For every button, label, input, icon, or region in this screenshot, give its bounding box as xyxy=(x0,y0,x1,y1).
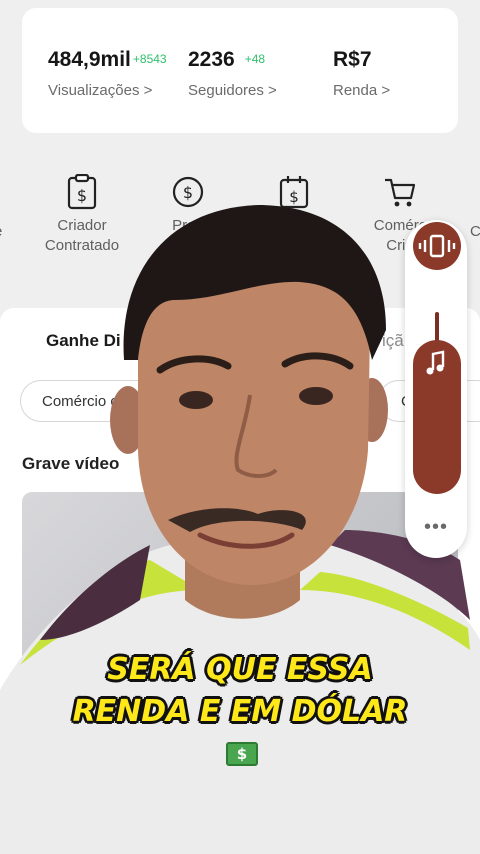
tool-label-2: Contratado xyxy=(44,237,120,254)
stat-label: Renda > xyxy=(333,82,391,99)
svg-text:$: $ xyxy=(183,183,193,202)
dollar-circle-icon: $ xyxy=(172,176,204,208)
tool-partial-left[interactable]: e xyxy=(0,222,2,242)
tab-right[interactable]: içã xyxy=(382,331,404,351)
stat-followers[interactable]: 2236 +48 Seguidores > xyxy=(188,48,277,99)
stat-value: R$7 xyxy=(333,48,372,71)
screen: 484,9mil +8543 Visualizações > 2236 +48 Se… xyxy=(0,0,480,854)
caption-line-2: RENDA E EM DÓLAR xyxy=(72,694,408,729)
tool-label-1: Criador xyxy=(57,217,107,234)
cart-icon xyxy=(385,178,416,207)
calendar-dollar-icon: $ xyxy=(279,176,309,209)
vibrate-button[interactable] xyxy=(413,222,461,270)
stat-income[interactable]: R$7 Renda > xyxy=(333,48,390,99)
tool-label-1: Prog xyxy=(172,217,204,234)
stat-delta: +48 xyxy=(244,52,266,66)
stat-value: 2236 xyxy=(188,48,235,71)
stat-label: Visualizações > xyxy=(48,82,153,99)
stat-label: Seguidores > xyxy=(188,82,277,99)
svg-text:$: $ xyxy=(77,186,87,205)
clipboard-dollar-icon: $ xyxy=(67,174,97,210)
tool-label: e xyxy=(0,223,2,240)
stat-delta: +8543 xyxy=(132,52,167,66)
stat-value: 484,9mil xyxy=(48,48,131,71)
section-title: Grave vídeo xyxy=(22,454,120,473)
stat-views[interactable]: 484,9mil +8543 Visualizações > xyxy=(48,48,167,99)
tool-label: C xyxy=(470,223,480,240)
tool-label-2: P xyxy=(182,237,193,254)
tab-earn-money[interactable]: Ganhe Di xyxy=(46,331,121,351)
media-volume-slider[interactable] xyxy=(413,340,461,494)
stats-card: 484,9mil +8543 Visualizações > 2236 +48 Se… xyxy=(22,8,458,133)
tool-program[interactable]: $ Prog P xyxy=(140,174,236,256)
caption-line-1: SERÁ QUE ESSA xyxy=(107,652,373,687)
money-emoji-icon: $ xyxy=(226,742,258,766)
music-note-icon xyxy=(426,350,445,375)
volume-control-panel: ••• xyxy=(405,220,467,558)
filter-chip-commerce[interactable]: Comércio c xyxy=(20,380,170,422)
more-options-icon[interactable]: ••• xyxy=(405,516,467,539)
tool-partial-right[interactable]: C xyxy=(470,222,480,242)
svg-text:$: $ xyxy=(289,188,299,206)
vibrate-icon xyxy=(418,234,456,258)
tool-calendar[interactable]: $ xyxy=(276,174,312,216)
tool-creator-hired[interactable]: $ Criador Contratado xyxy=(40,174,124,256)
